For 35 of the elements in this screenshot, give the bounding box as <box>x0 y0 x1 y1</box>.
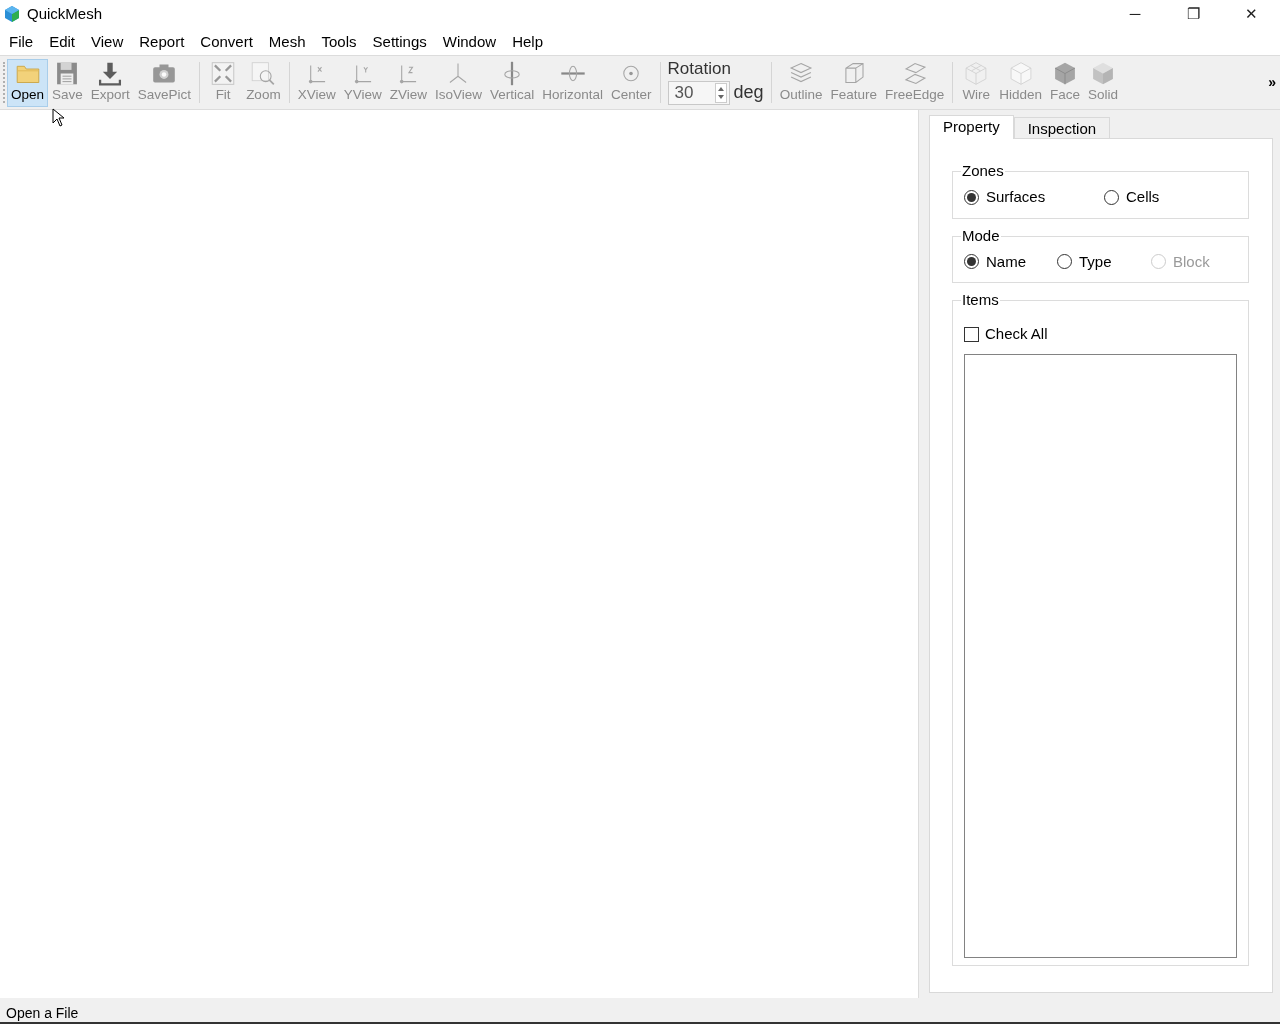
checkbox-option[interactable]: Check All <box>964 323 1237 346</box>
menu-item[interactable]: Help <box>504 31 551 52</box>
menu-item[interactable]: Mesh <box>260 31 314 52</box>
minimize-button[interactable]: ─ <box>1106 0 1164 28</box>
radio-option[interactable]: Cells <box>1104 186 1204 209</box>
radio-button[interactable] <box>964 254 979 270</box>
menu-item[interactable]: Edit <box>41 31 84 52</box>
radio-button[interactable] <box>964 189 979 205</box>
spin-arrows-icon[interactable] <box>714 82 727 103</box>
menu-item[interactable]: Convert <box>192 31 261 52</box>
overflow-button[interactable]: » <box>1268 72 1276 93</box>
menu-item[interactable]: Settings <box>364 31 435 52</box>
close-button[interactable]: ✕ <box>1222 0 1280 28</box>
restore-button[interactable]: ❐ <box>1164 0 1222 28</box>
radio-button[interactable] <box>1057 254 1072 270</box>
menu-item[interactable]: View <box>83 31 132 52</box>
radio-option[interactable]: Name <box>964 250 1057 273</box>
menu-item[interactable]: Report <box>131 31 193 52</box>
rotation-spinbox[interactable]: 30 <box>667 80 730 105</box>
toolbar-button[interactable]: Open <box>7 59 49 107</box>
window-title: QuickMesh <box>27 3 103 24</box>
app-logo-icon <box>4 5 20 23</box>
radio-option[interactable]: Surfaces <box>964 186 1104 209</box>
tab[interactable]: Inspection <box>1013 117 1111 139</box>
checkbox[interactable] <box>964 326 979 342</box>
radio-option[interactable]: Type <box>1057 250 1151 273</box>
tab[interactable]: Property <box>929 115 1014 139</box>
menu-item[interactable]: Window <box>434 31 505 52</box>
status-text: Open a File <box>6 1004 79 1022</box>
unit-label: deg <box>733 81 764 104</box>
menu-item[interactable]: Tools <box>313 31 365 52</box>
radio-button[interactable] <box>1104 189 1119 205</box>
radio-option: Block <box>1151 250 1231 273</box>
menu-item[interactable]: File <box>1 31 42 52</box>
rotation-label: Rotation <box>667 59 732 79</box>
